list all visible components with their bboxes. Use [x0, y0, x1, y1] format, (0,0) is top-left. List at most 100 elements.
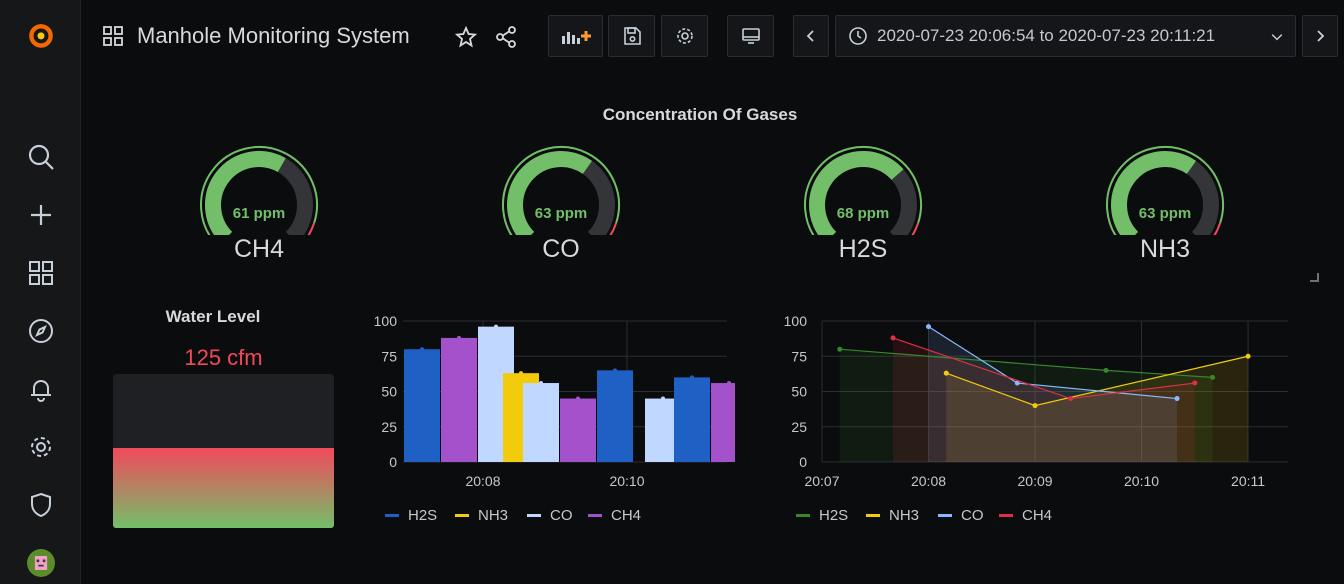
bar-h2s [597, 370, 633, 462]
bar-point [661, 396, 665, 401]
gauge-fill [809, 151, 904, 244]
gauge-value: 63 ppm [534, 205, 588, 222]
series-point [1103, 367, 1109, 373]
panel-resize-handle[interactable] [1310, 273, 1319, 282]
compass-icon[interactable] [24, 314, 57, 347]
dashboard-title[interactable]: Manhole Monitoring System [137, 23, 410, 49]
gauge-label: CO [542, 235, 580, 263]
line-legend-co[interactable]: CO [938, 507, 984, 524]
bar-legend-h2s[interactable]: H2S [385, 507, 437, 524]
series-point [1032, 403, 1038, 409]
monitor-icon [741, 28, 760, 44]
gauge-fill [205, 151, 286, 244]
y-tick-label: 75 [791, 348, 807, 364]
gauge-label: NH3 [1139, 235, 1190, 263]
series-point [890, 335, 896, 341]
line-legend-nh3[interactable]: NH3 [866, 507, 919, 524]
bar-ch4 [441, 337, 477, 462]
top-bar: Manhole Monitoring System 2020-07-23 20:… [81, 0, 1344, 72]
legend-swatch [938, 514, 952, 517]
line-legend-ch4[interactable]: CH4 [999, 507, 1052, 524]
gauge-value: 63 ppm [1138, 205, 1192, 222]
series-point [926, 324, 932, 330]
bar-point [690, 375, 694, 380]
sidebar [0, 0, 81, 584]
bar-co [523, 383, 559, 462]
y-tick-label: 50 [791, 384, 807, 400]
dashboard-settings-button[interactable] [661, 15, 708, 57]
y-tick-label: 0 [799, 454, 807, 470]
time-back-button[interactable] [793, 15, 829, 57]
legend-swatch [455, 514, 469, 517]
bar-h2s [404, 349, 440, 462]
legend-swatch [999, 514, 1013, 517]
shield-icon[interactable] [24, 488, 57, 521]
gases-panel-title[interactable]: Concentration Of Gases [81, 105, 1319, 125]
x-tick-label: 20:10 [609, 473, 644, 489]
gear-icon [676, 28, 693, 44]
water-level-bar [113, 374, 334, 528]
search-icon[interactable] [24, 140, 57, 173]
bar-point [420, 347, 424, 352]
water-panel-title[interactable]: Water Level [113, 307, 313, 327]
save-dashboard-button[interactable] [608, 15, 655, 57]
bar-point [539, 381, 543, 386]
add-panel-icon [561, 31, 591, 44]
dashboards-icon[interactable] [24, 256, 57, 289]
star-icon[interactable] [454, 25, 478, 48]
plus-icon[interactable] [24, 198, 57, 231]
save-icon [623, 27, 641, 45]
y-tick-label: 25 [791, 419, 807, 435]
time-range-label: 2020-07-23 20:06:54 to 2020-07-23 20:11:… [877, 26, 1216, 45]
time-forward-button[interactable] [1302, 15, 1338, 57]
bar-legend-co[interactable]: CO [527, 507, 573, 524]
cycle-view-mode-button[interactable] [727, 15, 774, 57]
chevron-right-icon [1317, 30, 1325, 42]
bar-point [727, 381, 731, 386]
bar-point [457, 335, 461, 340]
bar-point [494, 324, 498, 329]
water-level-value: 125 cfm [184, 345, 263, 370]
series-point [943, 370, 949, 376]
y-tick-label: 0 [389, 454, 397, 470]
legend-swatch [527, 514, 541, 517]
add-panel-button[interactable] [548, 15, 603, 57]
bar-h2s [674, 377, 710, 462]
legend-swatch [385, 514, 399, 517]
gear-icon[interactable] [24, 430, 57, 463]
legend-label: NH3 [889, 507, 920, 524]
series-point [1192, 380, 1198, 386]
bar-ch4 [560, 398, 596, 462]
bell-icon[interactable] [24, 372, 57, 405]
gauge-co: 63 ppm CO [501, 145, 641, 275]
legend-label: NH3 [478, 507, 509, 524]
bar-legend-nh3[interactable]: NH3 [455, 507, 508, 524]
legend-label: CO [550, 507, 573, 524]
share-icon[interactable] [495, 26, 517, 48]
legend-label: H2S [408, 507, 438, 524]
legend-label: CH4 [611, 507, 642, 524]
bar-legend-ch4[interactable]: CH4 [588, 507, 641, 524]
y-tick-label: 100 [784, 313, 808, 329]
gauge-value: 61 ppm [232, 205, 286, 222]
y-tick-label: 75 [381, 348, 397, 364]
bar-point [519, 371, 523, 376]
series-point [1068, 396, 1074, 402]
chevron-down-icon [1271, 34, 1283, 41]
bar-point [576, 396, 580, 401]
gauge-nh3: 63 ppm NH3 [1105, 145, 1245, 275]
dashboards-icon[interactable] [103, 26, 123, 46]
avatar[interactable] [24, 546, 57, 579]
time-range-picker[interactable]: 2020-07-23 20:06:54 to 2020-07-23 20:11:… [835, 15, 1296, 57]
gauge-fill [1111, 151, 1197, 244]
series-point [837, 346, 843, 352]
x-tick-label: 20:08 [465, 473, 500, 489]
line-legend-h2s[interactable]: H2S [796, 507, 848, 524]
legend-label: CO [961, 507, 984, 524]
gauge-value: 68 ppm [836, 205, 890, 222]
legend-swatch [796, 514, 810, 517]
x-tick-label: 20:10 [1124, 473, 1159, 489]
series-point [1174, 396, 1180, 402]
legend-label: H2S [819, 507, 849, 524]
grafana-logo-icon[interactable] [24, 18, 57, 51]
